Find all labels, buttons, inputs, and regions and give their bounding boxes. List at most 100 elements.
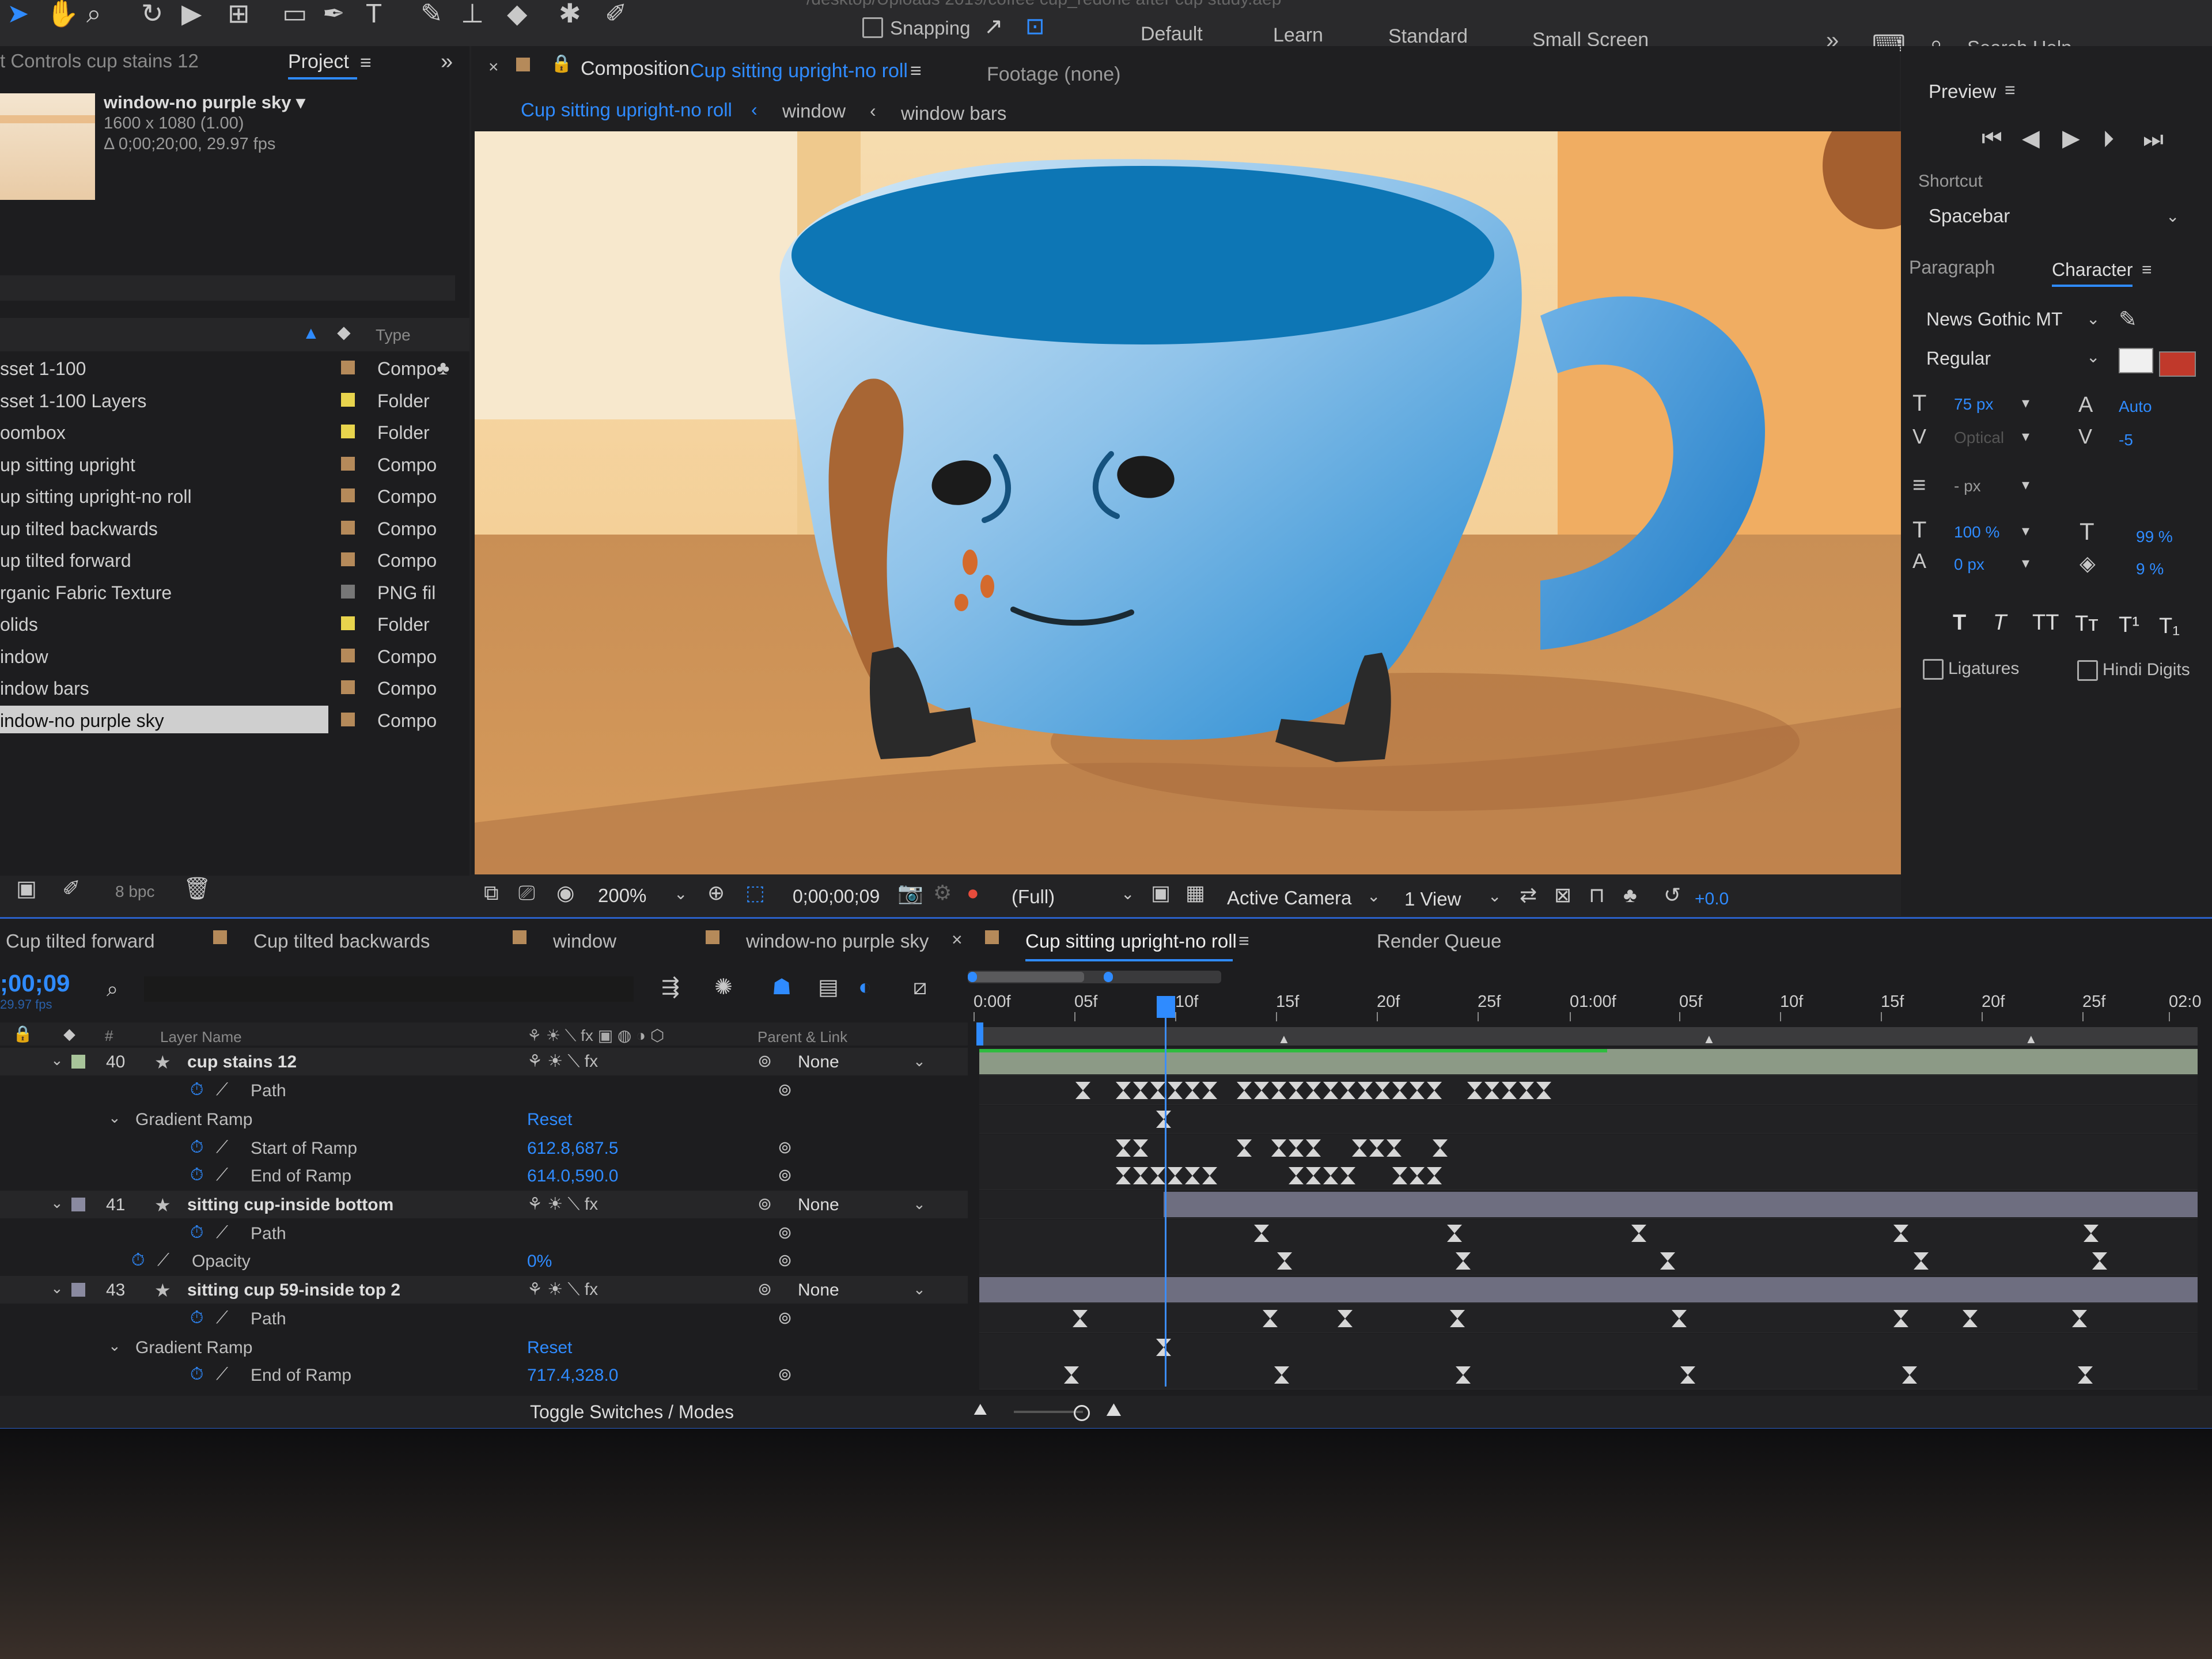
keyframe[interactable] xyxy=(1116,1167,1131,1184)
keyframe[interactable] xyxy=(1254,1082,1269,1099)
keyframe[interactable] xyxy=(1410,1167,1425,1184)
comp-marker-2[interactable]: ▲ xyxy=(1703,1032,1715,1047)
snap-target-icon[interactable]: ⊡ xyxy=(1025,15,1045,38)
superscript-button[interactable]: T¹ xyxy=(2119,613,2139,638)
timeline-tab-2[interactable]: window xyxy=(553,930,616,952)
graph-icon[interactable]: ⟋ xyxy=(216,1080,228,1100)
keyframe[interactable] xyxy=(1150,1167,1165,1184)
layer-switches[interactable]: ⚘ ☀ ⟍ fx xyxy=(527,1194,598,1214)
property-row[interactable]: ⏱ ⟋ End of Ramp 717.4,328.0 ⊚ xyxy=(0,1361,968,1389)
preview-menu-icon[interactable]: ≡ xyxy=(2005,81,2016,99)
eyedropper-icon[interactable]: ✎ xyxy=(2119,309,2137,331)
timeline-tab-0[interactable]: Cup tilted forward xyxy=(6,930,155,952)
keyframe[interactable] xyxy=(1447,1225,1462,1242)
fill-color-swatch[interactable] xyxy=(2119,348,2153,373)
project-search-input[interactable] xyxy=(0,275,455,301)
keyframe[interactable] xyxy=(1202,1167,1217,1184)
expression-pick-icon[interactable]: ⊚ xyxy=(778,1138,792,1158)
item-label-chip[interactable] xyxy=(341,680,355,694)
keyframe[interactable] xyxy=(1450,1310,1465,1327)
stroke-width-value[interactable]: - px xyxy=(1954,477,1981,495)
play-icon[interactable]: ▶ xyxy=(2062,127,2080,150)
interpret-footage-icon[interactable]: ▣ xyxy=(16,878,37,900)
property-value[interactable]: 717.4,328.0 xyxy=(527,1366,618,1385)
timeline-tab-3[interactable]: window-no purple sky xyxy=(746,930,929,952)
tracking-value[interactable]: -5 xyxy=(2119,431,2133,449)
font-dropdown-icon[interactable]: ⌄ xyxy=(2086,311,2100,327)
last-frame-icon[interactable]: ⏭ xyxy=(2143,128,2164,151)
shortcut-select[interactable]: Spacebar xyxy=(1929,205,2010,227)
project-item[interactable]: up tilted forward Compo xyxy=(0,543,469,575)
pick-whip-icon[interactable]: ⊚ xyxy=(757,1194,772,1214)
keyframe[interactable] xyxy=(1536,1082,1551,1099)
keyframe[interactable] xyxy=(1073,1310,1088,1327)
expression-pick-icon[interactable]: ⊚ xyxy=(778,1165,792,1185)
new-folder-icon[interactable]: ✐ xyxy=(62,878,81,900)
leading-value[interactable]: Auto xyxy=(2119,397,2152,416)
type-column-header[interactable]: Type xyxy=(376,326,411,344)
character-menu-icon[interactable]: ≡ xyxy=(2142,262,2152,279)
item-label-chip[interactable] xyxy=(341,648,355,662)
timeline-zoom-slider[interactable] xyxy=(1014,1411,1083,1413)
3d-renderer-icon[interactable]: ♣ xyxy=(1623,885,1637,906)
keyframe[interactable] xyxy=(2084,1225,2099,1242)
shortcut-dropdown-icon[interactable]: ⌄ xyxy=(2166,209,2179,225)
keyframe[interactable] xyxy=(1340,1082,1355,1099)
keyframe[interactable] xyxy=(1392,1082,1407,1099)
stroke-color-swatch[interactable] xyxy=(2159,351,2196,377)
graph-icon[interactable]: ⟋ xyxy=(216,1138,228,1157)
timeline-tab-1[interactable]: Cup tilted backwards xyxy=(253,930,430,952)
pick-whip-icon[interactable]: ⊚ xyxy=(757,1051,772,1071)
project-item[interactable]: rganic Fabric Texture PNG fil xyxy=(0,575,469,607)
layer-label-chip[interactable] xyxy=(71,1283,85,1297)
keyframe[interactable] xyxy=(1387,1139,1402,1157)
first-frame-icon[interactable]: ⏮ xyxy=(1982,127,2002,150)
keyframe[interactable] xyxy=(1410,1082,1425,1099)
keyframe[interactable] xyxy=(2072,1310,2087,1327)
style-dropdown-icon[interactable]: ⌄ xyxy=(2086,349,2100,365)
workspace-learn[interactable]: Learn xyxy=(1273,24,1323,47)
keyframe[interactable] xyxy=(1338,1310,1353,1327)
keyframe[interactable] xyxy=(1375,1082,1390,1099)
timeline-toggle-icon[interactable]: ⊠ xyxy=(1554,885,1571,906)
parent-dropdown-icon[interactable]: ⌄ xyxy=(913,1195,926,1213)
fast-previews-icon[interactable]: ▣ xyxy=(1151,882,1171,903)
subscript-button[interactable]: T₁ xyxy=(2159,614,2180,639)
expand-panels-icon[interactable]: » xyxy=(441,51,453,73)
view-dropdown-icon[interactable]: ⌄ xyxy=(1488,888,1501,904)
flowchart-icon[interactable]: ⊓ xyxy=(1589,885,1605,906)
composition-flow-icon[interactable]: ♣ xyxy=(437,358,449,378)
layer-name[interactable]: sitting cup-inside bottom xyxy=(187,1195,393,1215)
keyframe[interactable] xyxy=(1358,1082,1373,1099)
layer-switches[interactable]: ⚘ ☀ ⟍ fx xyxy=(527,1051,598,1071)
type-tool-icon[interactable]: T xyxy=(366,0,382,26)
parent-select[interactable]: None xyxy=(798,1195,839,1215)
keyframe[interactable] xyxy=(1185,1167,1200,1184)
label-column-icon[interactable]: ⬥ xyxy=(337,323,351,342)
keyframe[interactable] xyxy=(1369,1139,1384,1157)
layer-name[interactable]: sitting cup 59-inside top 2 xyxy=(187,1281,400,1300)
effect-controls-tab[interactable]: t Controls cup stains 12 xyxy=(0,50,199,72)
project-item[interactable]: sset 1-100 Layers Folder xyxy=(0,384,469,415)
font-size-dropdown-icon[interactable]: ▾ xyxy=(2022,395,2029,410)
keyframe[interactable] xyxy=(1274,1366,1289,1384)
keyframe[interactable] xyxy=(1116,1139,1131,1157)
expand-layer-chevron[interactable]: ⌄ xyxy=(51,1051,63,1069)
composition-tab-name[interactable]: Cup sitting upright-no roll xyxy=(690,60,908,82)
search-layers-icon[interactable]: ⌕ xyxy=(107,979,118,999)
effect-group-row[interactable]: ⌄ Gradient Ramp Reset xyxy=(0,1334,968,1361)
layer-name-header[interactable]: Layer Name xyxy=(160,1028,242,1046)
keyframe[interactable] xyxy=(1672,1310,1687,1327)
keyframe[interactable] xyxy=(1660,1252,1675,1270)
item-label-chip[interactable] xyxy=(341,425,355,438)
small-caps-button[interactable]: Tт xyxy=(2075,612,2099,637)
keyframe[interactable] xyxy=(1680,1366,1695,1384)
camera-tool-icon[interactable]: ▶ xyxy=(181,0,202,26)
reset-effect-button[interactable]: Reset xyxy=(527,1338,572,1358)
parent-dropdown-icon[interactable]: ⌄ xyxy=(913,1052,926,1070)
expand-group-chevron[interactable]: ⌄ xyxy=(108,1109,121,1127)
roto-brush-tool-icon[interactable]: ✱ xyxy=(559,0,581,26)
stopwatch-icon[interactable]: ⏱ xyxy=(190,1138,203,1157)
property-value[interactable]: 0% xyxy=(527,1252,552,1271)
keyframe[interactable] xyxy=(1902,1366,1917,1384)
